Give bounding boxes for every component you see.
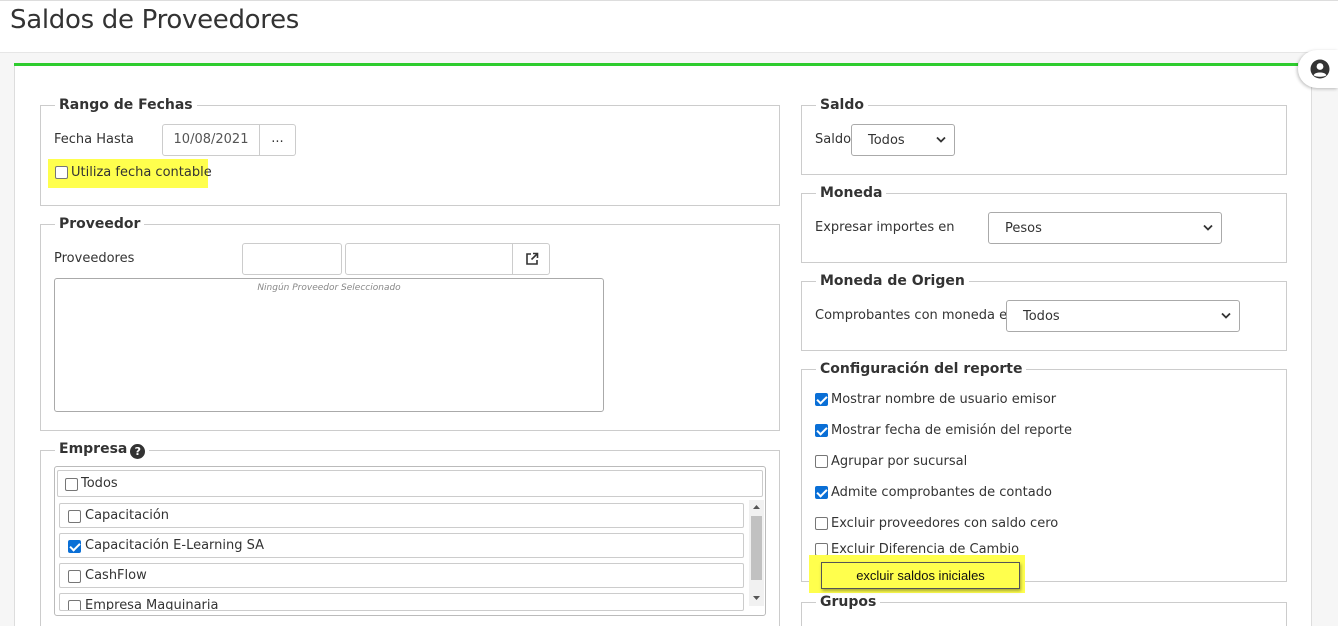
chevron-down-icon [1221,312,1231,319]
fecha-hasta-label: Fecha Hasta [54,132,134,147]
empresa-label: Capacitación [85,508,170,523]
empresa-row[interactable]: Empresa Maquinaria [59,593,744,611]
empresa-label: Empresa Maquinaria [85,598,219,611]
rango-fechas-section: Rango de Fechas [40,97,780,206]
opcion-label: Agrupar por sucursal [831,454,968,469]
scroll-down-icon[interactable] [749,592,764,604]
opcion-label: Admite comprobantes de contado [831,485,1052,500]
fecha-hasta-input[interactable]: 10/08/2021 [162,124,260,156]
empresa-todos-checkbox[interactable] [65,478,78,491]
grupos-section: Grupos [801,594,1287,626]
empresa-row[interactable]: Capacitación E-Learning SA [59,533,744,558]
saldo-legend: Saldo [820,97,864,113]
chevron-down-icon [1203,224,1213,231]
user-menu-tab[interactable] [1298,50,1338,88]
empresa-checkbox[interactable] [68,510,81,523]
moneda-label: Expresar importes en [815,220,955,235]
moneda-origen-legend: Moneda de Origen [820,273,965,289]
help-icon[interactable]: ? [130,444,146,459]
opcion-checkbox[interactable] [815,517,828,530]
moneda-legend: Moneda [820,185,883,201]
opcion-checkbox[interactable] [815,486,828,499]
fecha-contable-checkbox[interactable] [55,166,68,179]
configuracion-legend: Configuración del reporte [820,361,1023,377]
empresa-legend-text: Empresa [59,441,128,457]
open-proveedor-search-button[interactable] [512,243,550,275]
empresa-checkbox[interactable] [68,570,81,583]
empresa-label: CashFlow [85,568,147,583]
empresa-todos-row[interactable]: Todos [57,470,763,497]
proveedores-list[interactable]: Ningún Proveedor Seleccionado [54,278,604,412]
moneda-selected-value: Pesos [1005,221,1042,236]
opcion-label: Mostrar nombre de usuario emisor [831,392,1057,407]
proveedor-legend: Proveedor [59,216,141,232]
empresa-scrollbar[interactable] [749,500,764,606]
saldo-select[interactable]: Todos [851,124,955,156]
chevron-down-icon [936,136,946,143]
moneda-select[interactable]: Pesos [988,212,1222,244]
proveedor-code-input[interactable] [242,243,342,275]
proveedores-label: Proveedores [54,251,135,266]
empresa-checkbox[interactable] [68,540,81,553]
saldo-selected-value: Todos [868,133,905,148]
proveedores-empty-message: Ningún Proveedor Seleccionado [257,283,401,293]
scroll-thumb[interactable] [751,516,762,580]
moneda-origen-select[interactable]: Todos [1006,300,1240,332]
empresa-legend: Empresa? [55,441,149,459]
date-picker-button[interactable]: ... [260,124,296,156]
external-link-icon [526,252,539,265]
page-header: Saldos de Proveedores [0,0,1338,53]
moneda-origen-label: Comprobantes con moneda en [815,308,1016,323]
scroll-up-icon[interactable] [749,501,764,513]
opcion-checkbox[interactable] [815,393,828,406]
opcion-label: Mostrar fecha de emisión del reporte [831,423,1072,438]
moneda-origen-selected-value: Todos [1023,309,1060,324]
opcion-label: Excluir proveedores con saldo cero [831,516,1059,531]
rango-fechas-legend: Rango de Fechas [59,97,193,113]
empresa-checkbox[interactable] [68,600,81,610]
empresa-row[interactable]: Capacitación [59,503,744,528]
empresa-todos-label: Todos [81,476,118,491]
saldo-label: Saldo [815,132,852,147]
opcion-checkbox[interactable] [815,455,828,468]
proveedor-name-input[interactable] [345,243,513,275]
user-account-icon [1310,59,1330,79]
empresa-label: Capacitación E-Learning SA [85,538,265,553]
empresa-row[interactable]: CashFlow [59,563,744,588]
panel-accent-bar [14,63,1298,66]
opcion-checkbox[interactable] [815,424,828,437]
grupos-legend: Grupos [820,594,877,610]
excluir-saldos-iniciales-button[interactable]: excluir saldos iniciales [821,562,1020,589]
fecha-contable-label: Utiliza fecha contable [71,165,212,180]
page-title: Saldos de Proveedores [10,5,300,35]
